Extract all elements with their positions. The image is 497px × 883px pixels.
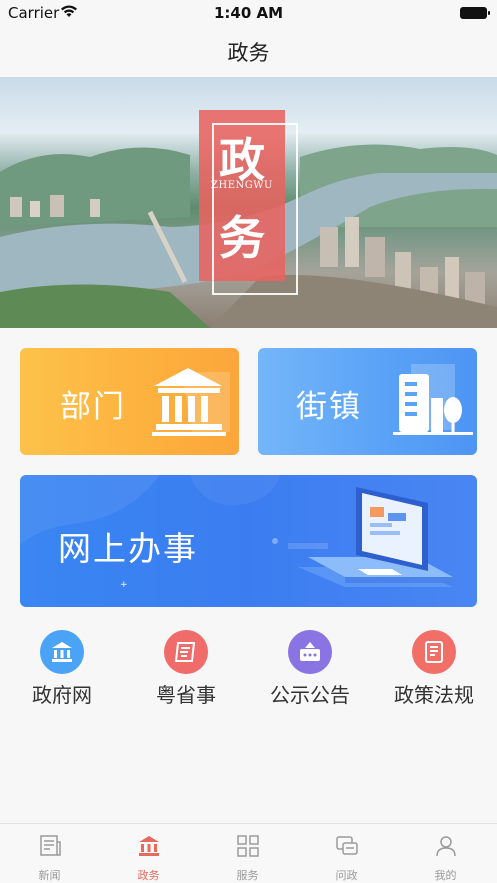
quick-link-label: 政策法规 [394,683,474,707]
book-icon [412,630,456,674]
banner-title-char-2: 务 [219,211,265,265]
grid-icon [237,835,259,857]
online-services-card[interactable]: + 网上办事 [20,475,477,607]
laptop-icon [288,487,453,587]
document-icon [164,630,208,674]
street-town-card[interactable]: 街镇 [258,348,477,455]
banner[interactable]: 政 ZHENGWU 务 [0,77,497,328]
banner-subtitle: ZHENGWU [211,180,273,191]
battery-icon [460,7,490,19]
tab-bar: 新闻 政务 服务 问政 我的 [0,823,497,883]
tab-label: 新闻 [38,869,61,882]
tab-profile[interactable]: 我的 [396,824,495,883]
tab-government-affairs[interactable]: 政务 [99,824,198,883]
notice-board-icon [288,630,332,674]
online-services-card-label: 网上办事 [58,529,198,568]
government-icon [40,630,84,674]
government-icon [139,836,159,856]
tab-label: 政务 [137,869,160,882]
tab-services[interactable]: 服务 [198,824,297,883]
government-building-icon [152,368,230,436]
quick-link-label: 公示公告 [270,683,350,707]
status-time: 1:40 AM [213,4,284,22]
quick-link-label: 政府网 [32,683,92,707]
quick-link-policies[interactable]: 政策法规 [374,628,494,708]
page-title: 政务 [227,41,270,65]
tab-label: 服务 [236,869,259,882]
department-card-label: 部门 [60,389,126,425]
tab-label: 我的 [434,869,457,882]
quick-link-label: 粤省事 [156,683,216,707]
department-card[interactable]: 部门 [20,348,239,455]
street-town-card-label: 街镇 [296,389,362,425]
quick-link-government-site[interactable]: 政府网 [2,628,122,708]
tab-news[interactable]: 新闻 [0,824,99,883]
quick-link-yue-sheng-shi[interactable]: 粤省事 [126,628,246,708]
status-bar: Carrier 1:40 AM [0,0,497,26]
tab-label: 问政 [335,869,358,882]
chat-icon [336,836,358,855]
tab-inquiry[interactable]: 问政 [297,824,396,883]
navigation-bar: 政务 [0,26,497,76]
office-building-icon [393,364,473,435]
user-icon [436,836,456,857]
news-icon [40,835,61,856]
quick-link-public-notice[interactable]: 公示公告 [250,628,370,708]
svg-text:+: + [120,580,128,590]
